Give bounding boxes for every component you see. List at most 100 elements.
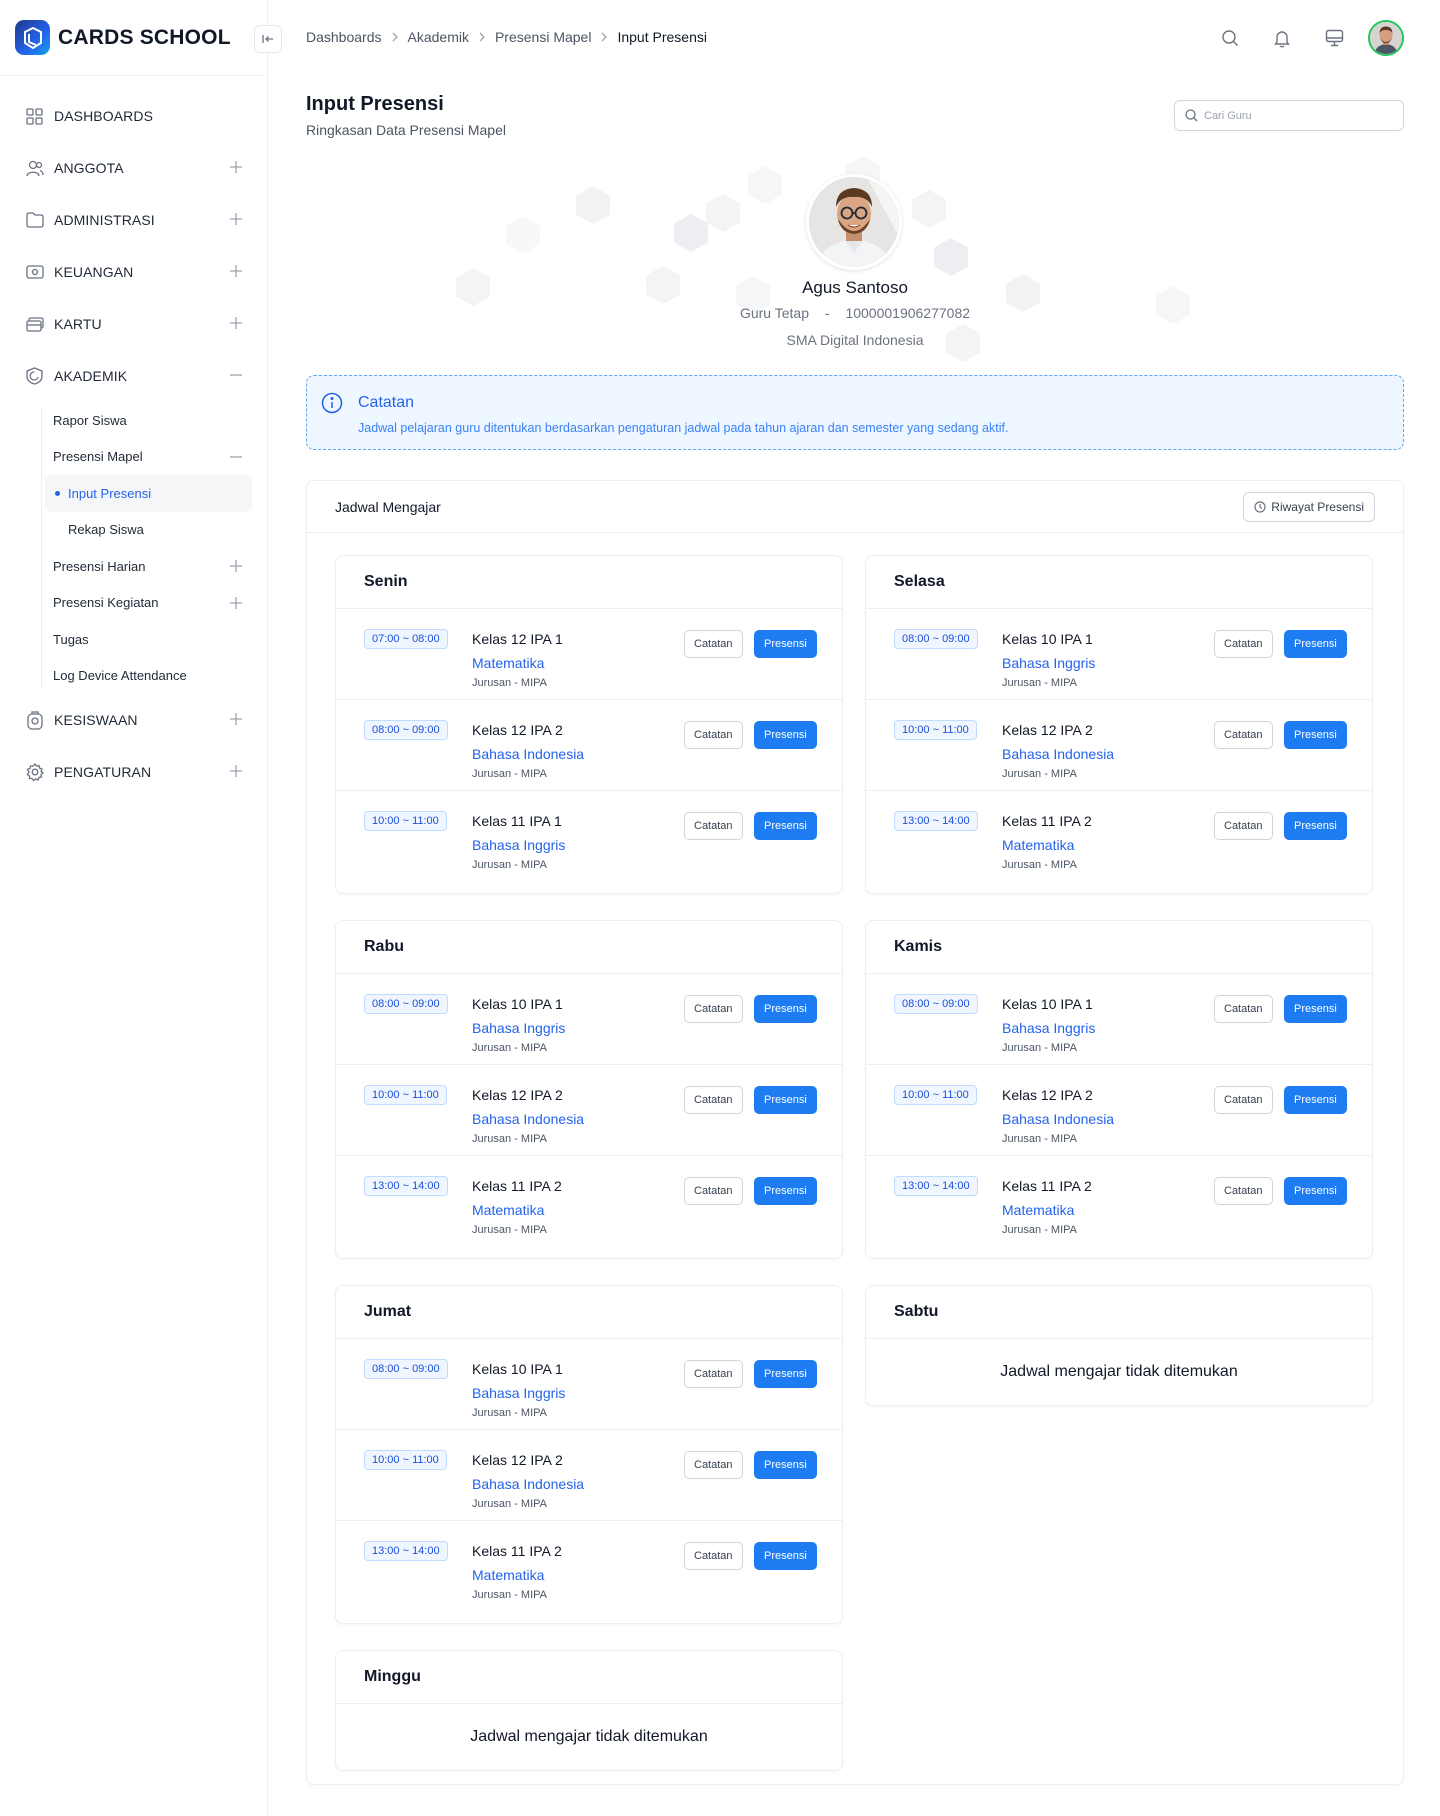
brand[interactable]: CARDS SCHOOL — [0, 0, 267, 76]
catatan-button[interactable]: Catatan — [684, 812, 743, 840]
day-title: Minggu — [336, 1651, 842, 1704]
minus-icon[interactable] — [229, 450, 243, 464]
catatan-button[interactable]: Catatan — [684, 1086, 743, 1114]
schedule-header: Jadwal Mengajar Riwayat Presensi — [307, 481, 1403, 533]
breadcrumb-item[interactable]: Dashboards — [306, 29, 382, 45]
schedule-slot: 07:00 ~ 08:00 Kelas 12 IPA 1 Matematika Jur… — [336, 609, 842, 700]
sidebar-item-pengaturan[interactable]: PENGATURAN — [0, 746, 267, 798]
schedule-slot: 08:00 ~ 09:00 Kelas 10 IPA 1 Bahasa Inggri… — [866, 609, 1372, 700]
presensi-button[interactable]: Presensi — [754, 1086, 817, 1114]
day-card-sabtu: Sabtu Jadwal mengajar tidak ditemukan — [865, 1285, 1373, 1406]
presensi-button[interactable]: Presensi — [754, 812, 817, 840]
subject-name[interactable]: Bahasa Indonesia — [472, 1111, 584, 1127]
presensi-button[interactable]: Presensi — [754, 721, 817, 749]
major-name: Jurusan - MIPA — [1002, 1133, 1077, 1145]
subject-name[interactable]: Bahasa Indonesia — [1002, 1111, 1114, 1127]
sidebar-item-presensi-harian[interactable]: Presensi Harian — [37, 548, 267, 585]
subject-name[interactable]: Bahasa Inggris — [1002, 1020, 1095, 1036]
sidebar-item-dashboards[interactable]: DASHBOARDS — [0, 90, 267, 142]
subject-name[interactable]: Bahasa Indonesia — [472, 1476, 584, 1492]
plus-icon[interactable] — [229, 316, 243, 330]
display-button[interactable] — [1316, 20, 1352, 56]
plus-icon[interactable] — [229, 212, 243, 226]
catatan-button[interactable]: Catatan — [1214, 1086, 1273, 1114]
sidebar-item-tugas[interactable]: Tugas — [37, 621, 267, 658]
class-name: Kelas 11 IPA 2 — [1002, 813, 1092, 829]
info-icon — [321, 392, 343, 414]
catatan-button[interactable]: Catatan — [1214, 1177, 1273, 1205]
sidebar-item-presensi-mapel[interactable]: Presensi Mapel — [37, 439, 267, 476]
schedule-slot: 08:00 ~ 09:00 Kelas 10 IPA 1 Bahasa Inggri… — [866, 974, 1372, 1065]
teacher-name: Agus Santoso — [802, 278, 908, 297]
presensi-button[interactable]: Presensi — [754, 1177, 817, 1205]
presensi-button[interactable]: Presensi — [754, 1542, 817, 1570]
sidebar-item-input-presensi[interactable]: Input Presensi — [45, 475, 252, 512]
subject-name[interactable]: Bahasa Inggris — [472, 1385, 565, 1401]
user-avatar[interactable] — [1368, 20, 1404, 56]
presensi-button[interactable]: Presensi — [1284, 1177, 1347, 1205]
plus-icon[interactable] — [229, 559, 243, 573]
subject-name[interactable]: Matematika — [472, 1567, 544, 1583]
catatan-button[interactable]: Catatan — [1214, 812, 1273, 840]
time-badge: 10:00 ~ 11:00 — [364, 1085, 447, 1105]
sidebar-item-kartu[interactable]: KARTU — [0, 298, 267, 350]
catatan-button[interactable]: Catatan — [684, 721, 743, 749]
presensi-mapel-submenu: Input Presensi Rekap Siswa — [37, 475, 267, 548]
presensi-button[interactable]: Presensi — [1284, 812, 1347, 840]
subject-name[interactable]: Matematika — [1002, 1202, 1074, 1218]
subject-name[interactable]: Bahasa Indonesia — [1002, 746, 1114, 762]
presensi-button[interactable]: Presensi — [754, 1360, 817, 1388]
catatan-button[interactable]: Catatan — [684, 995, 743, 1023]
monitor-icon — [1325, 29, 1343, 47]
subject-name[interactable]: Matematika — [472, 1202, 544, 1218]
class-name: Kelas 12 IPA 2 — [1002, 722, 1093, 738]
presensi-button[interactable]: Presensi — [1284, 1086, 1347, 1114]
schedule-slot: 13:00 ~ 14:00 Kelas 11 IPA 2 Matematika Jur… — [866, 791, 1372, 893]
catatan-button[interactable]: Catatan — [1214, 995, 1273, 1023]
catatan-button[interactable]: Catatan — [684, 1360, 743, 1388]
search-button[interactable] — [1212, 20, 1248, 56]
sidebar-item-administrasi[interactable]: ADMINISTRASI — [0, 194, 267, 246]
sidebar-item-akademik[interactable]: AKADEMIK — [0, 350, 267, 402]
plus-icon[interactable] — [229, 764, 243, 778]
subject-name[interactable]: Matematika — [1002, 837, 1074, 853]
presensi-button[interactable]: Presensi — [754, 1451, 817, 1479]
breadcrumb-item[interactable]: Presensi Mapel — [495, 29, 592, 45]
subject-name[interactable]: Bahasa Inggris — [472, 837, 565, 853]
plus-icon[interactable] — [229, 596, 243, 610]
presensi-button[interactable]: Presensi — [1284, 630, 1347, 658]
catatan-button[interactable]: Catatan — [684, 630, 743, 658]
sidebar-item-keuangan[interactable]: KEUANGAN — [0, 246, 267, 298]
subject-name[interactable]: Bahasa Inggris — [1002, 655, 1095, 671]
catatan-button[interactable]: Catatan — [684, 1542, 743, 1570]
plus-icon[interactable] — [229, 712, 243, 726]
minus-icon[interactable] — [229, 368, 243, 382]
catatan-button[interactable]: Catatan — [1214, 630, 1273, 658]
sidebar-item-anggota[interactable]: ANGGOTA — [0, 142, 267, 194]
search-guru[interactable] — [1174, 100, 1404, 131]
class-name: Kelas 10 IPA 1 — [472, 996, 563, 1012]
sidebar-item-log-device[interactable]: Log Device Attendance — [37, 658, 267, 695]
subject-name[interactable]: Bahasa Indonesia — [472, 746, 584, 762]
breadcrumb-item[interactable]: Akademik — [408, 29, 469, 45]
riwayat-presensi-button[interactable]: Riwayat Presensi — [1243, 491, 1375, 522]
presensi-button[interactable]: Presensi — [754, 630, 817, 658]
sidebar-item-kesiswaan[interactable]: KESISWAAN — [0, 694, 267, 746]
day-card-minggu: Minggu Jadwal mengajar tidak ditemukan — [335, 1650, 843, 1771]
catatan-button[interactable]: Catatan — [684, 1451, 743, 1479]
sidebar-item-rapor-siswa[interactable]: Rapor Siswa — [37, 402, 267, 439]
sidebar-collapse-button[interactable] — [254, 25, 282, 53]
sidebar-item-rekap-siswa[interactable]: Rekap Siswa — [37, 512, 267, 549]
search-input[interactable] — [1204, 109, 1384, 122]
presensi-button[interactable]: Presensi — [1284, 721, 1347, 749]
subject-name[interactable]: Matematika — [472, 655, 544, 671]
presensi-button[interactable]: Presensi — [1284, 995, 1347, 1023]
sidebar-item-presensi-kegiatan[interactable]: Presensi Kegiatan — [37, 585, 267, 622]
plus-icon[interactable] — [229, 264, 243, 278]
plus-icon[interactable] — [229, 160, 243, 174]
subject-name[interactable]: Bahasa Inggris — [472, 1020, 565, 1036]
catatan-button[interactable]: Catatan — [684, 1177, 743, 1205]
catatan-button[interactable]: Catatan — [1214, 721, 1273, 749]
presensi-button[interactable]: Presensi — [754, 995, 817, 1023]
notifications-button[interactable] — [1264, 20, 1300, 56]
